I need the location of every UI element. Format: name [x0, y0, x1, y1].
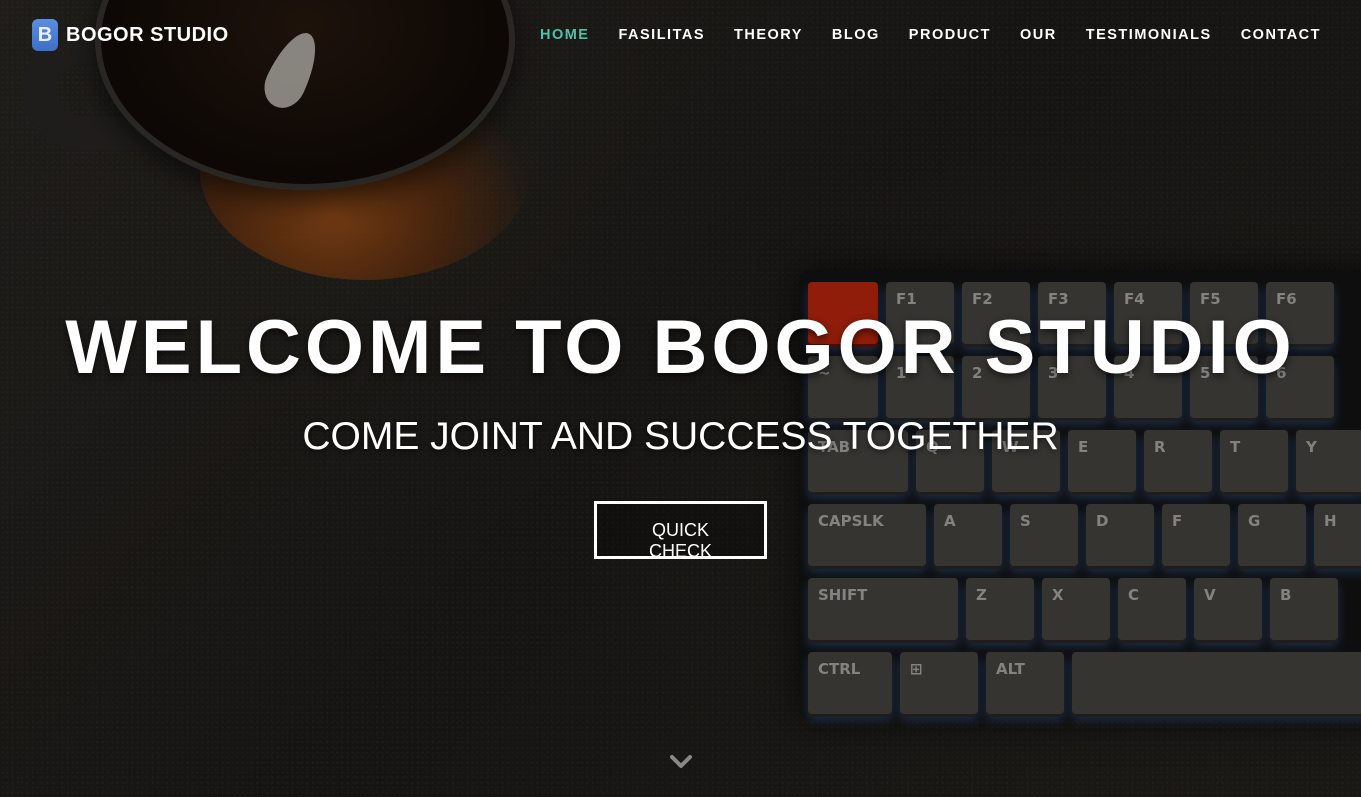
nav-item-contact[interactable]: CONTACT [1241, 27, 1321, 43]
nav-item-blog[interactable]: BLOG [832, 27, 880, 43]
nav-item-fasilitas[interactable]: FASILITAS [618, 27, 705, 43]
nav-item-our[interactable]: OUR [1020, 27, 1057, 43]
brand-logo-icon: B [32, 19, 58, 51]
scroll-down-button[interactable] [669, 750, 693, 774]
hero-title: WELCOME TO BOGOR STUDIO [65, 305, 1296, 390]
brand-link[interactable]: B BOGOR STUDIO [32, 19, 229, 51]
hero-content: WELCOME TO BOGOR STUDIO COME JOINT AND S… [0, 300, 1361, 562]
quick-check-button[interactable]: QUICK CHECK [594, 501, 767, 561]
nav-item-theory[interactable]: THEORY [734, 27, 803, 43]
nav-item-product[interactable]: PRODUCT [909, 27, 991, 43]
main-menu: HOME FASILITAS THEORY BLOG PRODUCT OUR T… [540, 26, 1321, 44]
brand-name: BOGOR STUDIO [66, 23, 229, 46]
top-navbar: B BOGOR STUDIO HOME FASILITAS THEORY BLO… [0, 0, 1361, 70]
nav-item-testimonials[interactable]: TESTIMONIALS [1086, 27, 1212, 43]
hero-subtitle: COME JOINT AND SUCCESS TOGETHER [302, 415, 1059, 458]
nav-item-home[interactable]: HOME [540, 27, 590, 43]
chevron-down-icon [670, 755, 692, 768]
